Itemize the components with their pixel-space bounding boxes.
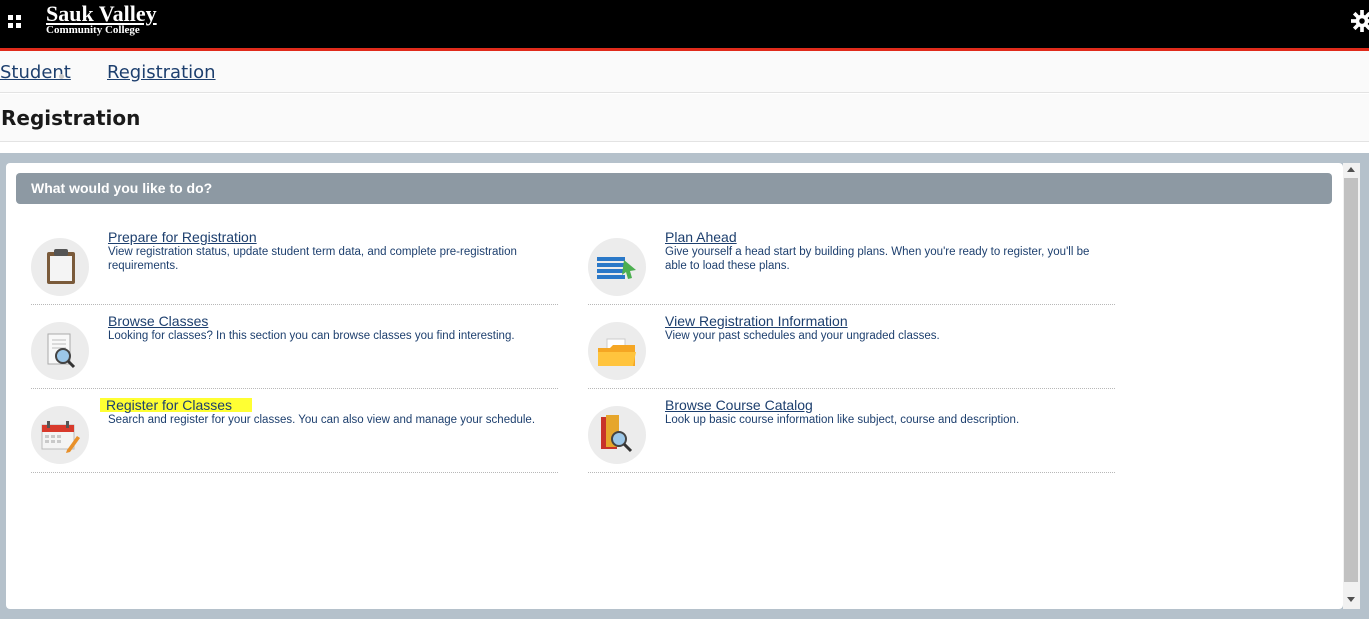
card-title-prepare[interactable]: Prepare for Registration xyxy=(108,229,257,245)
top-header: Sauk Valley Community College xyxy=(0,0,1369,48)
card-title-browse-classes[interactable]: Browse Classes xyxy=(108,313,208,329)
breadcrumb-separator xyxy=(59,74,64,79)
card-desc-browse-classes: Looking for classes? In this section you… xyxy=(108,330,515,342)
card-browse-course-catalog: Browse Course Catalog Look up basic cour… xyxy=(588,397,1115,473)
breadcrumb-student[interactable]: Student xyxy=(0,62,71,83)
card-desc-view-registration: View your past schedules and your ungrad… xyxy=(665,330,940,342)
page-title-bar: Registration xyxy=(0,94,1369,142)
card-title-register-for-classes[interactable]: Register for Classes xyxy=(100,397,253,413)
logo-main-text: Sauk Valley xyxy=(46,1,157,26)
clipboard-icon xyxy=(31,238,89,296)
gear-icon[interactable] xyxy=(1351,10,1369,32)
plan-list-icon xyxy=(588,238,646,296)
register-highlight: Register for Classes xyxy=(100,398,253,412)
breadcrumb-registration[interactable]: Registration xyxy=(107,62,216,83)
card-browse-classes: Browse Classes Looking for classes? In t… xyxy=(31,313,558,389)
breadcrumb: Student Registration xyxy=(0,51,1369,93)
folder-icon xyxy=(588,322,646,380)
card-desc-browse-catalog: Look up basic course information like su… xyxy=(665,414,1020,426)
card-register-for-classes: Register for Classes Search and register… xyxy=(31,397,558,473)
scroll-down-arrow-icon[interactable] xyxy=(1347,597,1355,602)
card-plan-ahead: Plan Ahead Give yourself a head start by… xyxy=(588,229,1115,305)
grid-icon[interactable] xyxy=(8,15,22,29)
card-title-browse-catalog[interactable]: Browse Course Catalog xyxy=(665,397,813,413)
calendar-edit-icon xyxy=(31,406,89,464)
page-title: Registration xyxy=(1,106,141,130)
scroll-up-arrow-icon[interactable] xyxy=(1347,167,1355,172)
college-logo[interactable]: Sauk Valley Community College xyxy=(46,2,157,36)
card-desc-plan-ahead: Give yourself a head start by building p… xyxy=(665,246,1090,272)
book-search-icon xyxy=(588,406,646,464)
logo-sub-text: Community College xyxy=(46,24,140,36)
document-search-icon xyxy=(31,322,89,380)
scrollbar-thumb[interactable] xyxy=(1344,178,1358,582)
card-view-registration-information: View Registration Information View your … xyxy=(588,313,1115,389)
card-desc-prepare: View registration status, update student… xyxy=(108,246,517,272)
panel-header: What would you like to do? xyxy=(16,173,1332,204)
card-title-plan-ahead[interactable]: Plan Ahead xyxy=(665,229,737,245)
card-title-view-registration[interactable]: View Registration Information xyxy=(665,313,848,329)
card-prepare-for-registration: Prepare for Registration View registrati… xyxy=(31,229,558,305)
card-desc-register: Search and register for your classes. Yo… xyxy=(108,414,536,426)
